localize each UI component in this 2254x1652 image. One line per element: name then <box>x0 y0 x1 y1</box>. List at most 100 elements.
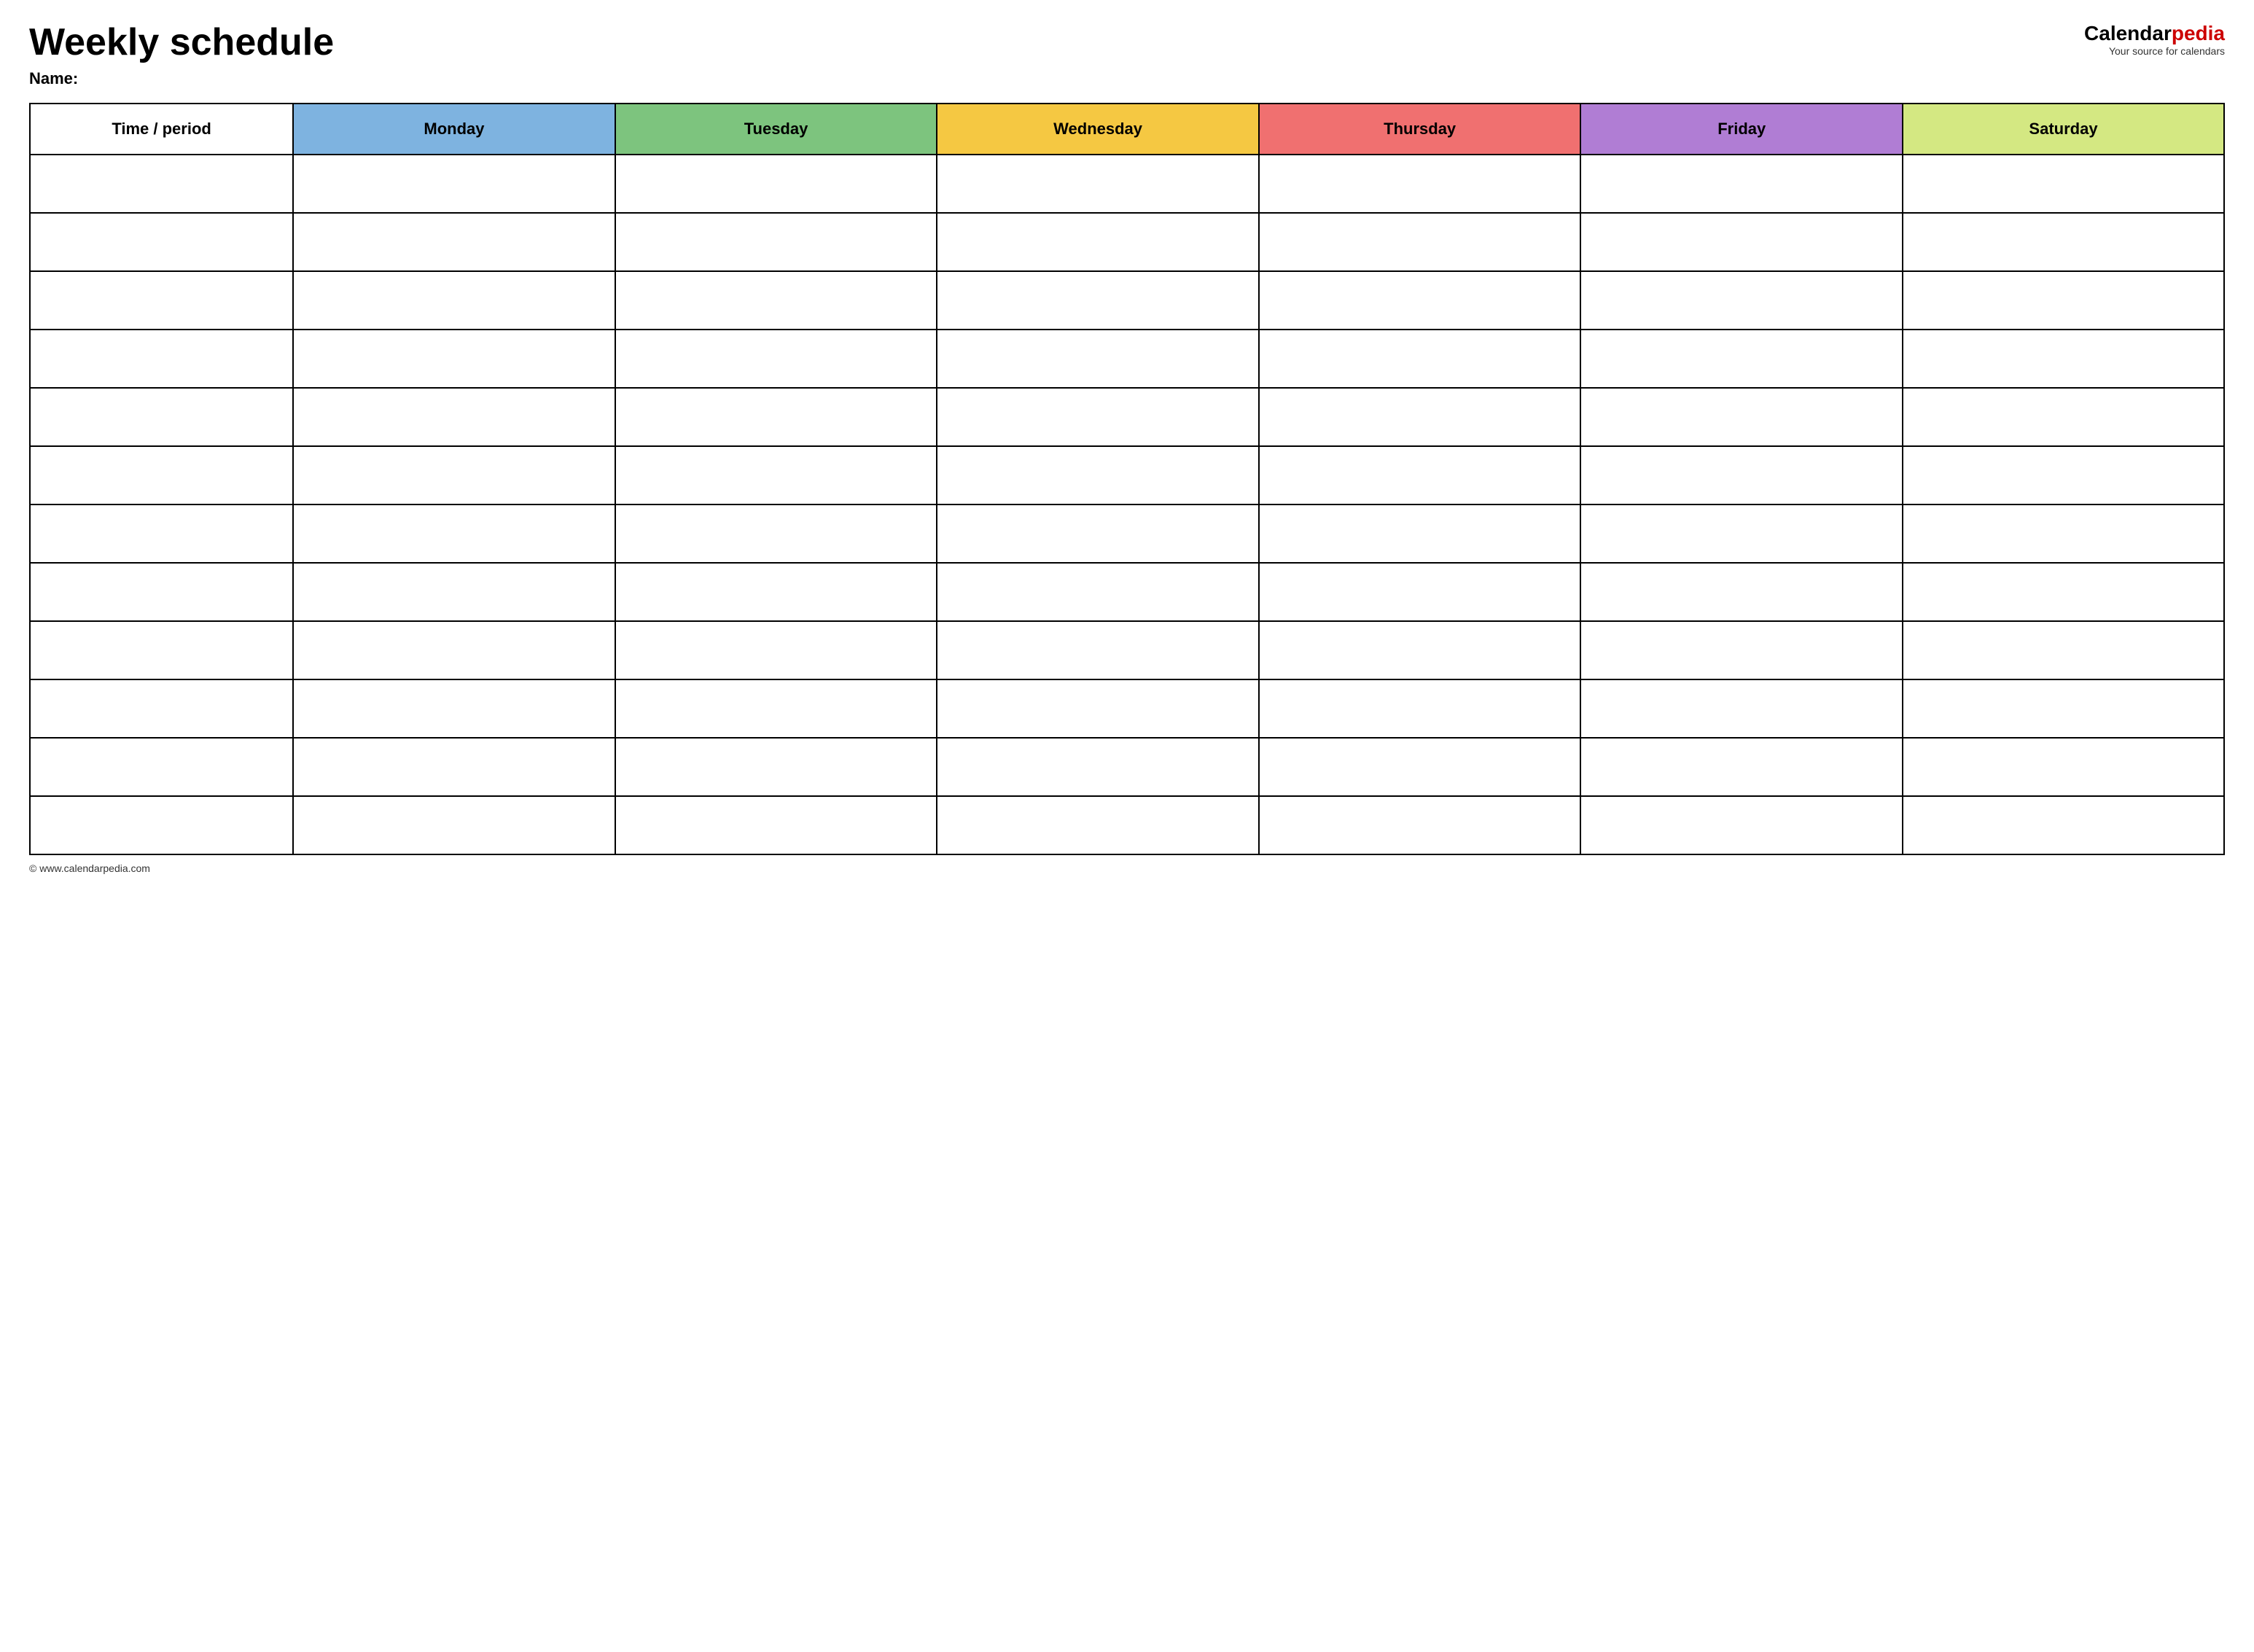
schedule-cell[interactable] <box>1903 271 2224 330</box>
schedule-cell[interactable] <box>293 213 615 271</box>
schedule-cell[interactable] <box>1580 330 1903 388</box>
name-label: Name: <box>29 69 334 88</box>
schedule-cell[interactable] <box>293 446 615 504</box>
schedule-cell[interactable] <box>937 388 1259 446</box>
time-cell[interactable] <box>30 271 293 330</box>
schedule-cell[interactable] <box>615 271 937 330</box>
col-header-monday: Monday <box>293 104 615 155</box>
schedule-cell[interactable] <box>1259 796 1581 854</box>
schedule-cell[interactable] <box>293 679 615 738</box>
schedule-cell[interactable] <box>615 446 937 504</box>
schedule-cell[interactable] <box>615 563 937 621</box>
schedule-cell[interactable] <box>1580 738 1903 796</box>
schedule-cell[interactable] <box>293 738 615 796</box>
schedule-cell[interactable] <box>1259 271 1581 330</box>
schedule-cell[interactable] <box>615 738 937 796</box>
schedule-cell[interactable] <box>937 621 1259 679</box>
schedule-cell[interactable] <box>293 388 615 446</box>
schedule-cell[interactable] <box>615 330 937 388</box>
time-cell[interactable] <box>30 563 293 621</box>
schedule-cell[interactable] <box>1903 446 2224 504</box>
schedule-cell[interactable] <box>1259 330 1581 388</box>
schedule-cell[interactable] <box>1903 213 2224 271</box>
schedule-cell[interactable] <box>615 679 937 738</box>
schedule-cell[interactable] <box>1903 621 2224 679</box>
schedule-cell[interactable] <box>1259 155 1581 213</box>
schedule-cell[interactable] <box>1580 563 1903 621</box>
schedule-cell[interactable] <box>1259 621 1581 679</box>
table-row <box>30 330 2224 388</box>
table-row <box>30 738 2224 796</box>
time-cell[interactable] <box>30 621 293 679</box>
table-row <box>30 563 2224 621</box>
schedule-cell[interactable] <box>937 504 1259 563</box>
schedule-cell[interactable] <box>1259 504 1581 563</box>
schedule-cell[interactable] <box>937 330 1259 388</box>
col-header-saturday: Saturday <box>1903 104 2224 155</box>
schedule-cell[interactable] <box>1903 679 2224 738</box>
schedule-cell[interactable] <box>937 446 1259 504</box>
schedule-cell[interactable] <box>615 621 937 679</box>
schedule-cell[interactable] <box>1580 679 1903 738</box>
time-cell[interactable] <box>30 155 293 213</box>
table-row <box>30 796 2224 854</box>
time-cell[interactable] <box>30 738 293 796</box>
schedule-cell[interactable] <box>1903 563 2224 621</box>
schedule-cell[interactable] <box>937 271 1259 330</box>
schedule-cell[interactable] <box>1580 388 1903 446</box>
col-header-friday: Friday <box>1580 104 1903 155</box>
schedule-cell[interactable] <box>1580 621 1903 679</box>
time-cell[interactable] <box>30 796 293 854</box>
logo-text: Calendarpedia <box>2084 22 2225 45</box>
logo-red-text: pedia <box>2172 22 2225 44</box>
schedule-cell[interactable] <box>293 563 615 621</box>
schedule-cell[interactable] <box>1580 446 1903 504</box>
schedule-cell[interactable] <box>937 155 1259 213</box>
schedule-cell[interactable] <box>293 796 615 854</box>
table-header-row: Time / period Monday Tuesday Wednesday T… <box>30 104 2224 155</box>
time-cell[interactable] <box>30 388 293 446</box>
schedule-cell[interactable] <box>293 155 615 213</box>
time-cell[interactable] <box>30 679 293 738</box>
schedule-cell[interactable] <box>293 330 615 388</box>
schedule-cell[interactable] <box>1259 738 1581 796</box>
schedule-cell[interactable] <box>1259 679 1581 738</box>
schedule-cell[interactable] <box>937 679 1259 738</box>
logo-section: Calendarpedia Your source for calendars <box>2084 22 2225 57</box>
schedule-cell[interactable] <box>1903 330 2224 388</box>
schedule-cell[interactable] <box>1259 446 1581 504</box>
time-cell[interactable] <box>30 213 293 271</box>
schedule-cell[interactable] <box>293 504 615 563</box>
time-cell[interactable] <box>30 446 293 504</box>
schedule-cell[interactable] <box>1580 796 1903 854</box>
logo-tagline: Your source for calendars <box>2109 45 2225 57</box>
schedule-cell[interactable] <box>1903 388 2224 446</box>
schedule-cell[interactable] <box>937 796 1259 854</box>
schedule-cell[interactable] <box>1903 155 2224 213</box>
schedule-cell[interactable] <box>1580 271 1903 330</box>
schedule-cell[interactable] <box>1580 155 1903 213</box>
schedule-cell[interactable] <box>293 271 615 330</box>
schedule-cell[interactable] <box>615 796 937 854</box>
schedule-cell[interactable] <box>1259 388 1581 446</box>
schedule-cell[interactable] <box>615 504 937 563</box>
table-row <box>30 504 2224 563</box>
schedule-cell[interactable] <box>937 563 1259 621</box>
schedule-cell[interactable] <box>937 738 1259 796</box>
schedule-cell[interactable] <box>937 213 1259 271</box>
schedule-cell[interactable] <box>1903 738 2224 796</box>
schedule-cell[interactable] <box>293 621 615 679</box>
time-cell[interactable] <box>30 330 293 388</box>
schedule-cell[interactable] <box>1580 504 1903 563</box>
table-row <box>30 446 2224 504</box>
schedule-cell[interactable] <box>1903 796 2224 854</box>
schedule-cell[interactable] <box>615 213 937 271</box>
schedule-cell[interactable] <box>1259 213 1581 271</box>
schedule-cell[interactable] <box>615 388 937 446</box>
schedule-cell[interactable] <box>615 155 937 213</box>
schedule-cell[interactable] <box>1259 563 1581 621</box>
schedule-cell[interactable] <box>1580 213 1903 271</box>
time-cell[interactable] <box>30 504 293 563</box>
schedule-cell[interactable] <box>1903 504 2224 563</box>
footer: © www.calendarpedia.com <box>29 862 2225 874</box>
